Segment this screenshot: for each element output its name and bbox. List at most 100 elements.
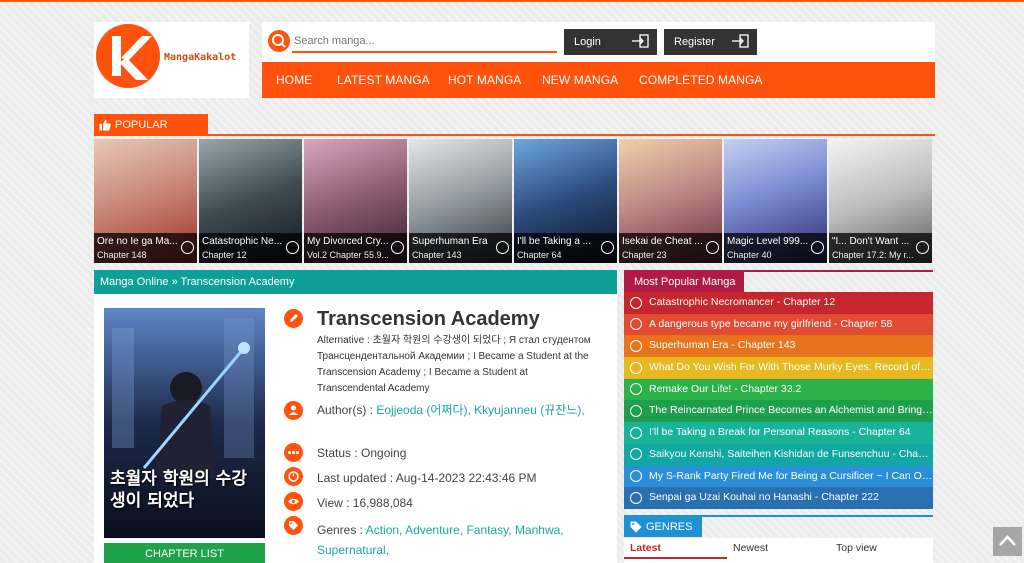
breadcrumb-separator: » [171,276,178,288]
status-text: Status : Ongoing [317,446,407,460]
tab-top-view[interactable]: Top view [836,542,877,554]
slide-chapter[interactable]: Chapter 12 [202,250,290,260]
popular-slide[interactable]: Isekai de Cheat ... Chapter 23 [619,139,722,263]
arrow-right-icon [630,404,642,417]
arrow-right-icon[interactable] [706,241,719,254]
arrow-right-icon[interactable] [811,241,824,254]
slide-caption: "I... Don't Want ... Chapter 17.2: My r.… [829,233,932,263]
sidebar-item[interactable]: A dangerous type became my girlfriend - … [624,313,933,336]
slide-title[interactable]: Catastrophic Ne... [202,236,284,247]
sidebar-item-label: What Do You Wish For With Those Murky Ey… [649,361,933,374]
slide-title[interactable]: Ore no Ie ga Ma... [97,236,179,247]
sidebar-item[interactable]: Remake Our Life! - Chapter 33.2 [624,378,933,401]
slide-chapter[interactable]: Chapter 17.2: My r... [832,250,920,260]
authors-link[interactable]: Eojjeoda (어쩌다), Kkyujanneu (뀨잔느), [376,403,584,417]
sidebar-item[interactable]: I'll be Taking a Break for Personal Reas… [624,422,933,444]
nav-completed-manga[interactable]: COMPLETED MANGA [639,62,763,98]
arrow-right-icon [630,383,642,396]
tab-latest[interactable]: Latest [630,542,661,554]
tag-icon [630,521,642,533]
chevron-up-icon [999,535,1016,546]
genre-link[interactable]: Manhwa, [515,523,564,537]
sidebar-item-label: Superhuman Era - Chapter 143 [649,339,796,352]
popular-heading: POPULAR MANGA [94,114,208,153]
breadcrumb-current[interactable]: Transcension Academy [181,276,295,288]
sidebar-item[interactable]: The Reincarnated Prince Becomes an Alche… [624,400,933,423]
genre-link[interactable]: Adventure, [405,523,463,537]
slide-title[interactable]: Superhuman Era [412,236,494,247]
authors-row: Author(s) : Eojjeoda (어쩌다), Kkyujanneu (… [317,402,587,419]
register-button[interactable]: Register [664,29,757,55]
slide-title[interactable]: Magic Level 999... [727,236,809,247]
sidebar-item-label: I'll be Taking a Break for Personal Reas… [649,426,911,439]
popular-slide[interactable]: I'll be Taking a ... Chapter 64 [514,139,617,263]
thumbs-up-icon [99,119,111,131]
popular-slide[interactable]: Superhuman Era Chapter 143 [409,139,512,263]
nav-latest-manga[interactable]: LATEST MANGA [337,62,430,98]
sidebar-item[interactable]: Saikyou Kenshi, Saiteihen Kishidan de Fu… [624,443,933,466]
arrow-right-icon[interactable] [916,241,929,254]
genres-tabs: Latest Newest Top view [624,538,933,563]
slide-chapter[interactable]: Chapter 148 [97,250,185,260]
view-count-text: View : 16,988,084 [317,496,413,510]
slide-caption: Ore no Ie ga Ma... Chapter 148 [94,233,197,263]
arrow-right-icon [630,470,642,482]
login-arrow-icon [632,34,649,48]
sidebar-item[interactable]: Superhuman Era - Chapter 143 [624,335,933,358]
pencil-icon [284,309,303,328]
tab-newest[interactable]: Newest [733,542,768,554]
popular-slide[interactable]: My Divorced Cry... Vol.2 Chapter 55.9... [304,139,407,263]
popular-slide[interactable]: "I... Don't Want ... Chapter 17.2: My r.… [829,139,932,263]
genre-link[interactable]: Supernatural, [317,543,389,557]
arrow-right-icon[interactable] [286,241,299,254]
arrow-right-icon[interactable] [391,241,404,254]
alternative-titles: Alternative : 초월자 학원의 수강생이 되었다 ; Я стал … [317,335,591,394]
breadcrumb: Manga Online » Transcension Academy [94,270,617,294]
popular-slide[interactable]: Magic Level 999... Chapter 40 [724,139,827,263]
manga-title: Transcension Academy [317,308,540,330]
slide-chapter[interactable]: Vol.2 Chapter 55.9... [307,250,395,260]
slide-chapter[interactable]: Chapter 143 [412,250,500,260]
genres-heading-label: GENRES [646,521,693,533]
genre-link[interactable]: Action, [366,523,403,537]
nav-new-manga[interactable]: NEW MANGA [542,62,618,98]
sidebar-list: Catastrophic Necromancer - Chapter 12 A … [624,292,933,509]
slide-chapter[interactable]: Chapter 23 [622,250,710,260]
slide-title[interactable]: My Divorced Cry... [307,236,389,247]
genres-label: Genres : [317,523,364,537]
login-label: Login [574,36,601,48]
slide-chapter[interactable]: Chapter 64 [517,250,605,260]
sidebar-item[interactable]: What Do You Wish For With Those Murky Ey… [624,357,933,379]
nav-home[interactable]: HOME [276,62,312,98]
search-input[interactable] [292,31,557,53]
genres-heading: GENRES [624,517,702,537]
site-logo[interactable]: MangaKakalot [94,22,249,98]
scroll-to-top-button[interactable] [993,527,1022,556]
logo-text: MangaKakalot [164,52,237,63]
sidebar-item[interactable]: Senpai ga Uzai Kouhai no Hanashi - Chapt… [624,487,933,509]
arrow-right-icon[interactable] [601,241,614,254]
sidebar-item-label: My S-Rank Party Fired Me for Being a Cur… [649,469,933,482]
slide-chapter[interactable]: Chapter 40 [727,250,815,260]
slide-title[interactable]: "I... Don't Want ... [832,236,914,247]
slide-title[interactable]: Isekai de Cheat ... [622,236,704,247]
genre-link[interactable]: Fantasy, [466,523,511,537]
popular-slide[interactable]: Ore no Ie ga Ma... Chapter 148 [94,139,197,263]
logo-k-icon [96,24,160,88]
arrow-right-icon[interactable] [181,241,194,254]
sidebar-item-label: The Reincarnated Prince Becomes an Alche… [649,404,933,417]
search-icon[interactable] [268,30,290,52]
last-updated-text: Last updated : Aug-14-2023 22:43:46 PM [317,471,537,485]
breadcrumb-root[interactable]: Manga Online [100,276,169,288]
arrow-right-icon [630,448,642,461]
login-button[interactable]: Login [564,29,657,55]
sidebar-item[interactable]: My S-Rank Party Fired Me for Being a Cur… [624,465,933,488]
sidebar-item[interactable]: Catastrophic Necromancer - Chapter 12 [624,292,933,314]
arrow-right-icon [630,491,642,504]
popular-slide[interactable]: Catastrophic Ne... Chapter 12 [199,139,302,263]
slide-title[interactable]: I'll be Taking a ... [517,236,599,247]
nav-hot-manga[interactable]: HOT MANGA [448,62,521,98]
chapter-list-button[interactable]: CHAPTER LIST [104,543,265,563]
arrow-right-icon[interactable] [496,241,509,254]
slide-caption: Catastrophic Ne... Chapter 12 [199,233,302,263]
